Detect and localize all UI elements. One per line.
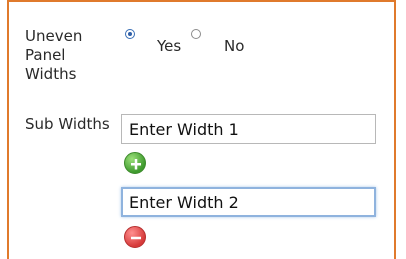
minus-icon [131,236,141,240]
width-2-input[interactable] [121,187,376,217]
radio-yes-label: Yes [157,37,182,55]
radio-no-label: No [224,37,245,55]
plus-icon [131,159,141,170]
sub-widths-label: Sub Widths [25,115,110,133]
uneven-panel-widths-label: Uneven Panel Widths [25,27,83,83]
width-1-input[interactable] [121,114,376,144]
radio-yes[interactable] [125,29,135,39]
add-width-button[interactable] [124,152,146,174]
radio-no[interactable] [191,29,201,39]
remove-width-button[interactable] [124,226,146,248]
